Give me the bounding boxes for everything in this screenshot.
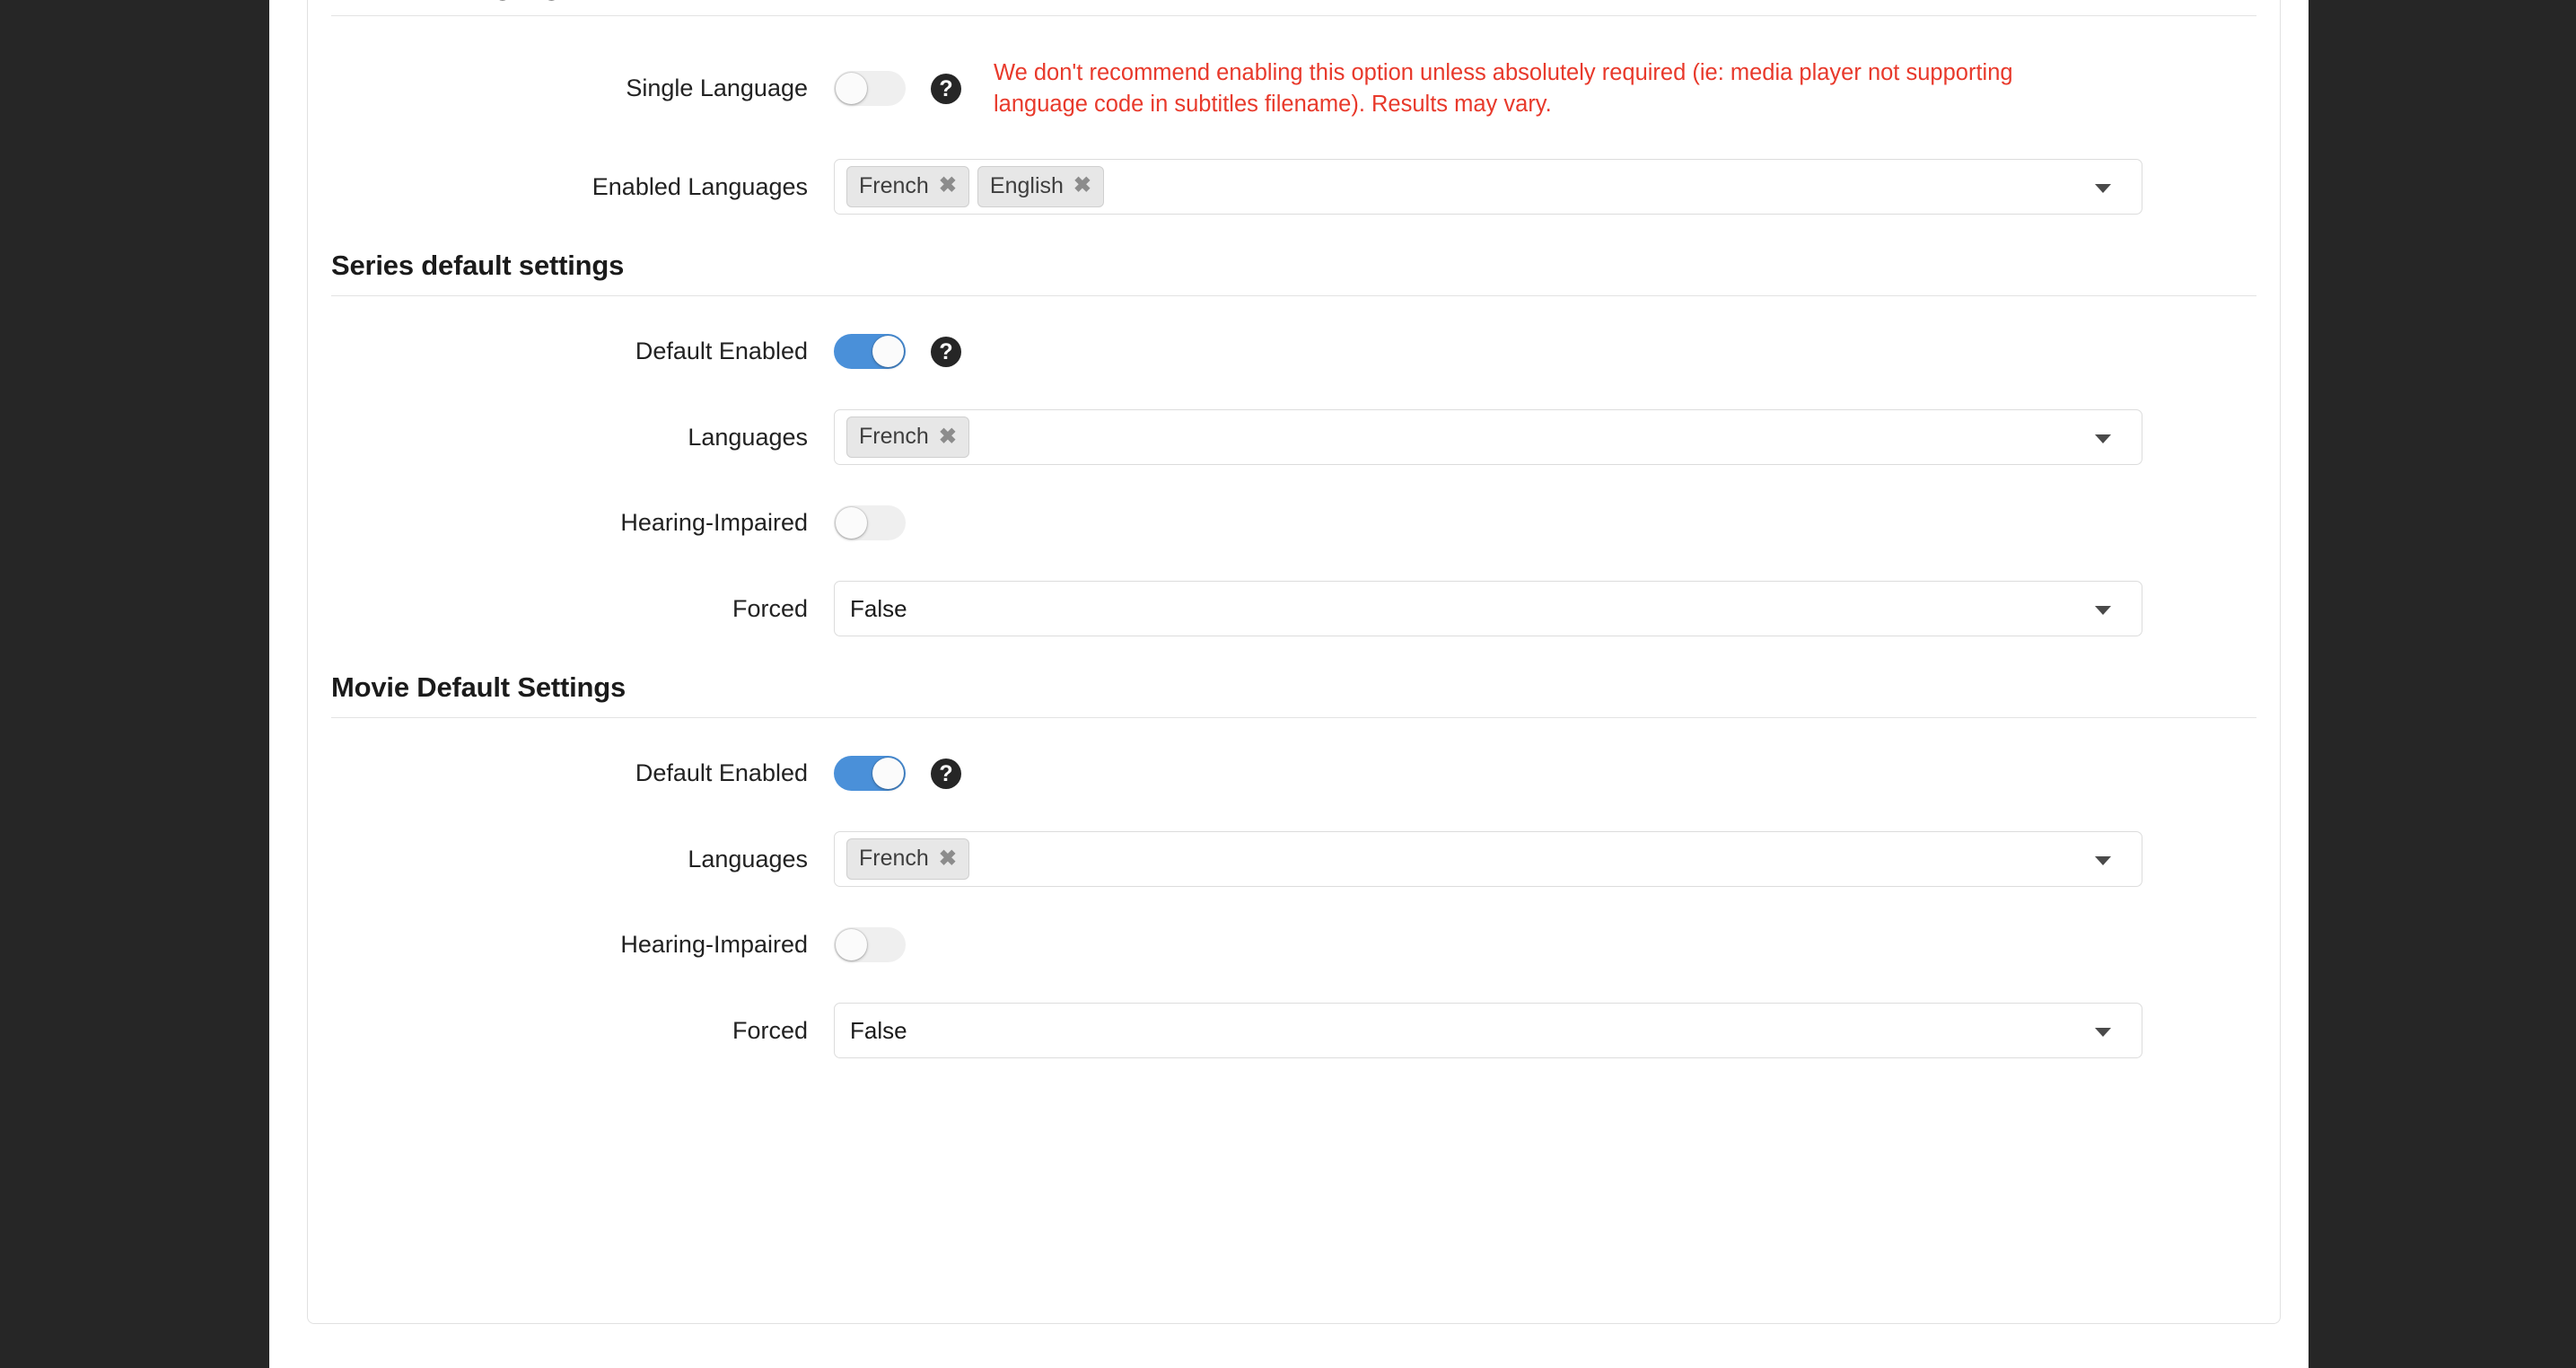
row-series-default-enabled: Default Enabled ? (331, 334, 2256, 370)
question-mark-icon-movie-default-enabled[interactable]: ? (931, 758, 961, 789)
multiselect-movie-languages[interactable]: French ✖ (834, 831, 2142, 888)
select-value-movie-forced: False (850, 1016, 907, 1044)
tag-label: French (859, 423, 929, 449)
right-dark-rail (2309, 0, 2576, 1368)
chevron-down-icon[interactable] (2095, 434, 2111, 444)
select-value-series-forced: False (850, 594, 907, 622)
toggle-movie-hearing-impaired[interactable] (834, 927, 906, 963)
section-title-movie-default-settings: Movie Default Settings (331, 671, 626, 704)
label-series-forced: Forced (732, 594, 808, 622)
toggle-knob (872, 758, 904, 790)
settings-card: Subtitles languages Single Language ? We… (307, 0, 2281, 1324)
label-movie-forced: Forced (732, 1016, 808, 1044)
select-series-forced[interactable]: False (834, 581, 2142, 637)
label-series-languages: Languages (688, 423, 808, 451)
control-series-languages: French ✖ (834, 409, 2256, 466)
row-movie-forced: Forced False (331, 1003, 2256, 1059)
app-viewport: Subtitles languages Single Language ? We… (0, 0, 2576, 1368)
section-title-series-default-settings: Series default settings (331, 249, 625, 281)
close-icon[interactable]: ✖ (939, 847, 957, 870)
tag-label: English (989, 172, 1064, 198)
toggle-knob (872, 336, 904, 368)
row-single-language: Single Language ? We don't recommend ena… (331, 57, 2256, 119)
tag-list-series-languages: French ✖ (846, 416, 969, 459)
chevron-down-icon[interactable] (2095, 606, 2111, 616)
toggle-knob (836, 929, 867, 961)
row-movie-hearing-impaired: Hearing-Impaired (331, 927, 2256, 963)
multiselect-series-languages[interactable]: French ✖ (834, 409, 2142, 466)
row-series-hearing-impaired: Hearing-Impaired (331, 505, 2256, 541)
tag-list-enabled-languages: French ✖ English ✖ (846, 165, 1105, 208)
tag-list-movie-languages: French ✖ (846, 838, 969, 881)
label-movie-default-enabled: Default Enabled (635, 759, 808, 787)
close-icon[interactable]: ✖ (939, 175, 957, 197)
control-movie-languages: French ✖ (834, 831, 2256, 888)
tag-item[interactable]: French ✖ (846, 165, 969, 208)
section-movie-default-settings: Movie Default Settings Default Enabled ? (331, 671, 2256, 1059)
row-series-forced: Forced False (331, 581, 2256, 637)
tag-item[interactable]: French ✖ (846, 416, 969, 459)
label-movie-hearing-impaired: Hearing-Impaired (620, 931, 808, 959)
control-movie-hearing-impaired (834, 927, 2256, 963)
toggle-movie-default-enabled[interactable] (834, 756, 906, 792)
question-mark-icon-single-language[interactable]: ? (931, 73, 961, 104)
control-movie-forced: False (834, 1003, 2256, 1059)
control-series-forced: False (834, 581, 2256, 637)
toggle-series-hearing-impaired[interactable] (834, 505, 906, 541)
section-series-default-settings: Series default settings Default Enabled … (331, 249, 2256, 637)
multiselect-enabled-languages[interactable]: French ✖ English ✖ (834, 158, 2142, 215)
select-movie-forced[interactable]: False (834, 1003, 2142, 1059)
close-icon[interactable]: ✖ (939, 425, 957, 448)
close-icon[interactable]: ✖ (1073, 175, 1091, 197)
row-movie-default-enabled: Default Enabled ? (331, 756, 2256, 792)
label-enabled-languages: Enabled Languages (591, 172, 808, 200)
tag-label: French (859, 172, 929, 198)
question-mark-icon-series-default-enabled[interactable]: ? (931, 336, 961, 367)
hint-single-language-warning: We don't recommend enabling this option … (994, 60, 2013, 117)
control-single-language: ? We don't recommend enabling this optio… (834, 57, 2256, 119)
tag-item[interactable]: French ✖ (846, 838, 969, 881)
control-series-default-enabled: ? (834, 334, 2256, 370)
toggle-knob (836, 73, 867, 105)
label-series-hearing-impaired: Hearing-Impaired (620, 509, 808, 537)
section-subtitles-languages: Subtitles languages Single Language ? We… (331, 0, 2256, 215)
row-enabled-languages: Enabled Languages French ✖ English ✖ (331, 158, 2256, 215)
row-series-languages: Languages French ✖ (331, 409, 2256, 466)
left-dark-rail (0, 0, 269, 1368)
control-movie-default-enabled: ? (834, 756, 2256, 792)
chevron-down-icon[interactable] (2095, 183, 2111, 193)
section-title-subtitles-languages: Subtitles languages (331, 0, 2256, 15)
chevron-down-icon[interactable] (2095, 1028, 2111, 1038)
tag-item[interactable]: English ✖ (977, 165, 1105, 208)
settings-page-area: Subtitles languages Single Language ? We… (269, 0, 2309, 1368)
tag-label: French (859, 846, 929, 871)
row-movie-languages: Languages French ✖ (331, 831, 2256, 888)
chevron-down-icon[interactable] (2095, 856, 2111, 866)
label-single-language: Single Language (626, 75, 808, 102)
label-movie-languages: Languages (688, 845, 808, 873)
label-series-default-enabled: Default Enabled (635, 338, 808, 365)
control-series-hearing-impaired (834, 505, 2256, 541)
toggle-single-language[interactable] (834, 71, 906, 107)
toggle-series-default-enabled[interactable] (834, 334, 906, 370)
control-enabled-languages: French ✖ English ✖ (834, 158, 2256, 215)
toggle-knob (836, 507, 867, 539)
